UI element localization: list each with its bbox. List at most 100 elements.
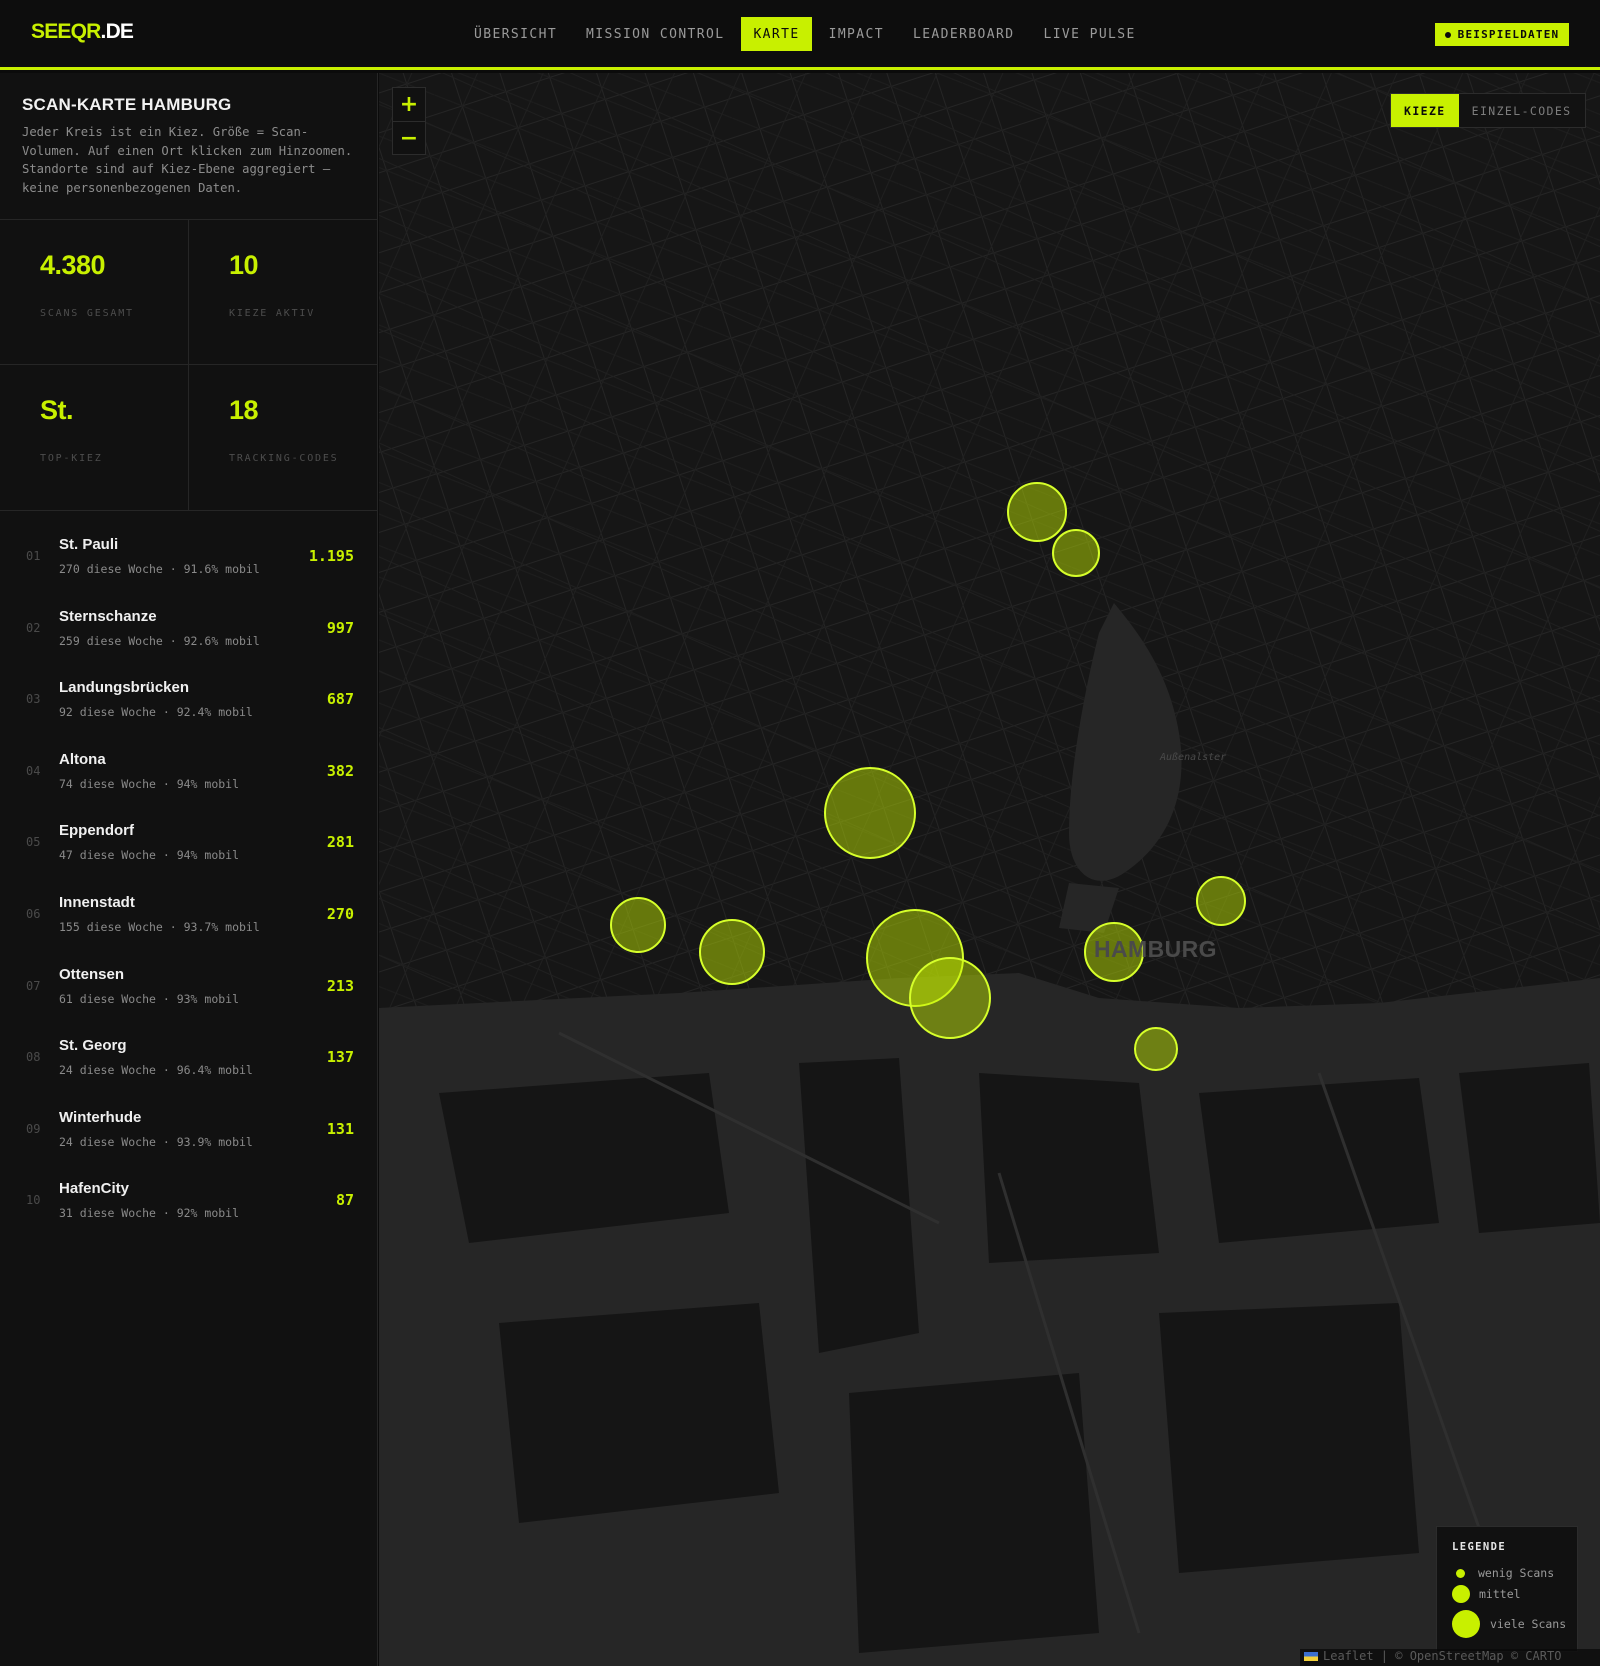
page-title: SCAN-KARTE HAMBURG [22, 95, 232, 114]
legend-label: wenig Scans [1478, 1566, 1555, 1580]
kiez-ranking-row[interactable]: 02 Sternschanze 259 diese Woche · 92.6% mo… [0, 595, 377, 667]
nav-item-live-pulse[interactable]: LIVE PULSE [1031, 17, 1147, 51]
nav-item-übersicht[interactable]: ÜBERSICHT [462, 17, 569, 51]
kiez-scan-count: 997 [326, 618, 354, 637]
kiez-ranking-list: 01 St. Pauli 270 diese Woche · 91.6% mobil… [0, 511, 377, 1239]
kiez-ranking-row[interactable]: 10 HafenCity 31 diese Woche · 92% mobil 87 [0, 1167, 377, 1239]
kiez-ranking-row[interactable]: 06 Innenstadt 155 diese Woche · 93.7% mobi… [0, 881, 377, 953]
rank-number: 10 [26, 1193, 41, 1208]
kiez-scan-count: 87 [335, 1191, 354, 1210]
kiez-ranking-row[interactable]: 07 Ottensen 61 diese Woche · 93% mobil 213 [0, 953, 377, 1025]
kiez-scan-count: 137 [326, 1048, 354, 1067]
stat-label: TOP-KIEZ [40, 453, 103, 464]
legend-title: LEGENDE [1452, 1541, 1507, 1553]
kiez-ranking-row[interactable]: 04 Altona 74 diese Woche · 94% mobil 382 [0, 738, 377, 810]
page-description: Jeder Kreis ist ein Kiez. Größe = Scan-V… [22, 125, 353, 195]
kiez-name: Innenstadt [59, 893, 135, 911]
stat-value: St. [40, 395, 74, 425]
rank-number: 03 [26, 692, 41, 707]
kiez-circle[interactable] [909, 957, 991, 1039]
kiez-name: Landungsbrücken [59, 679, 190, 697]
large-dot-icon [1452, 1610, 1480, 1638]
demo-data-badge: BEISPIELDATEN [1435, 23, 1569, 46]
stat-label: KIEZE AKTIV [229, 308, 316, 319]
flag-icon [1304, 1652, 1318, 1661]
map-attribution[interactable]: Leaflet | © OpenStreetMap © CARTO [1300, 1649, 1600, 1666]
kiez-name: Winterhude [59, 1108, 142, 1126]
medium-dot-icon [1452, 1585, 1470, 1603]
logo[interactable]: SEEQR.DE [31, 20, 134, 44]
kiez-scan-count: 270 [326, 904, 354, 923]
kiez-name: Sternschanze [59, 607, 157, 625]
rank-number: 04 [26, 763, 41, 778]
legend-item-small: wenig Scans [1452, 1566, 1554, 1580]
legend-item-large: viele Scans [1452, 1610, 1566, 1638]
mode-button-einzel-codes[interactable]: EINZEL-CODES [1459, 94, 1585, 127]
stat-value: 18 [229, 395, 259, 425]
kiez-circle[interactable] [1196, 876, 1246, 926]
kiez-circle[interactable] [610, 897, 666, 953]
kiez-circle[interactable] [1052, 529, 1100, 577]
kiez-scan-count: 131 [326, 1119, 354, 1138]
legend-label: viele Scans [1490, 1617, 1567, 1631]
mode-button-kieze[interactable]: KIEZE [1391, 94, 1459, 127]
small-dot-icon [1456, 1568, 1465, 1578]
kiez-scan-count: 281 [326, 833, 354, 852]
kiez-weekly-stats: 24 diese Woche · 93.9% mobil [59, 1134, 253, 1149]
kiez-weekly-stats: 92 diese Woche · 92.4% mobil [59, 705, 253, 720]
stat-label: TRACKING-CODES [229, 453, 339, 464]
zoom-control: + − [392, 87, 426, 155]
rank-number: 09 [26, 1121, 41, 1136]
top-navbar: SEEQR.DE ÜBERSICHT MISSION CONTROL KARTE IM… [0, 0, 1600, 70]
kiez-weekly-stats: 61 diese Woche · 93% mobil [59, 991, 240, 1006]
kiez-name: St. Georg [59, 1037, 127, 1055]
zoom-out-button[interactable]: − [393, 121, 425, 154]
nav-item-leaderboard[interactable]: LEADERBOARD [901, 17, 1027, 51]
kiez-weekly-stats: 270 diese Woche · 91.6% mobil [59, 562, 260, 576]
sidebar: SCAN-KARTE HAMBURG Jeder Kreis ist ein K… [0, 73, 378, 1666]
nav-item-karte[interactable]: KARTE [741, 17, 812, 51]
nav-item-mission-control[interactable]: MISSION CONTROL [574, 17, 736, 51]
stats-grid: 4.380 SCANS GESAMT 10 KIEZE AKTIV St. TOP-KIE… [0, 220, 378, 511]
map-intro: SCAN-KARTE HAMBURG Jeder Kreis ist ein K… [0, 73, 377, 220]
kiez-ranking-row[interactable]: 09 Winterhude 24 diese Woche · 93.9% mobil… [0, 1096, 377, 1168]
kiez-circle[interactable] [824, 767, 916, 859]
zoom-in-button[interactable]: + [393, 88, 425, 121]
kiez-ranking-row[interactable]: 03 Landungsbrücken 92 diese Woche · 92.4% … [0, 666, 377, 738]
map-tiles[interactable] [379, 73, 1600, 1666]
rank-number: 02 [26, 620, 41, 635]
legend-label: mittel [1479, 1587, 1521, 1601]
stat-card: St. TOP-KIEZ [0, 365, 189, 510]
city-streets [379, 73, 1600, 1008]
kiez-ranking-row[interactable]: 01 St. Pauli 270 diese Woche · 91.6% mobil… [0, 523, 377, 595]
kiez-name: St. Pauli [59, 536, 119, 553]
kiez-name: Ottensen [59, 965, 125, 983]
kiez-weekly-stats: 31 diese Woche · 92% mobil [59, 1206, 240, 1221]
kiez-circle[interactable] [1134, 1027, 1178, 1071]
kiez-circle[interactable] [1007, 482, 1067, 542]
rank-number: 01 [26, 549, 41, 563]
stat-value: 10 [229, 250, 259, 280]
legend-item-medium: mittel [1452, 1585, 1521, 1603]
scan-map[interactable]: HAMBURG Außenalster + − KIEZE EINZEL-CODE… [379, 73, 1600, 1666]
kiez-ranking-row[interactable]: 08 St. Georg 24 diese Woche · 96.4% mobil 1… [0, 1024, 377, 1096]
rank-number: 06 [26, 906, 41, 921]
city-label: HAMBURG [1094, 936, 1217, 962]
kiez-weekly-stats: 74 diese Woche · 94% mobil [59, 776, 240, 791]
nav-item-impact[interactable]: IMPACT [817, 17, 896, 51]
status-dot-icon [1444, 31, 1451, 38]
attribution-text[interactable]: Leaflet | © OpenStreetMap © CARTO [1323, 1649, 1561, 1663]
main-nav: ÜBERSICHT MISSION CONTROL KARTE IMPACT LEADE… [462, 17, 1153, 51]
kiez-weekly-stats: 24 diese Woche · 96.4% mobil [59, 1063, 253, 1078]
kiez-name: Eppendorf [59, 822, 134, 840]
kiez-weekly-stats: 155 diese Woche · 93.7% mobil [59, 919, 260, 934]
map-mode-toggle: KIEZE EINZEL-CODES [1390, 93, 1586, 128]
kiez-circle[interactable] [699, 919, 765, 985]
logo-suffix: .DE [100, 20, 134, 43]
rank-number: 07 [26, 978, 41, 993]
kiez-scan-count: 1.195 [308, 547, 354, 565]
kiez-ranking-row[interactable]: 05 Eppendorf 47 diese Woche · 94% mobil 281 [0, 809, 377, 881]
demo-data-label: BEISPIELDATEN [1457, 28, 1560, 41]
stat-card: 4.380 SCANS GESAMT [0, 220, 189, 365]
kiez-weekly-stats: 259 diese Woche · 92.6% mobil [59, 633, 260, 648]
